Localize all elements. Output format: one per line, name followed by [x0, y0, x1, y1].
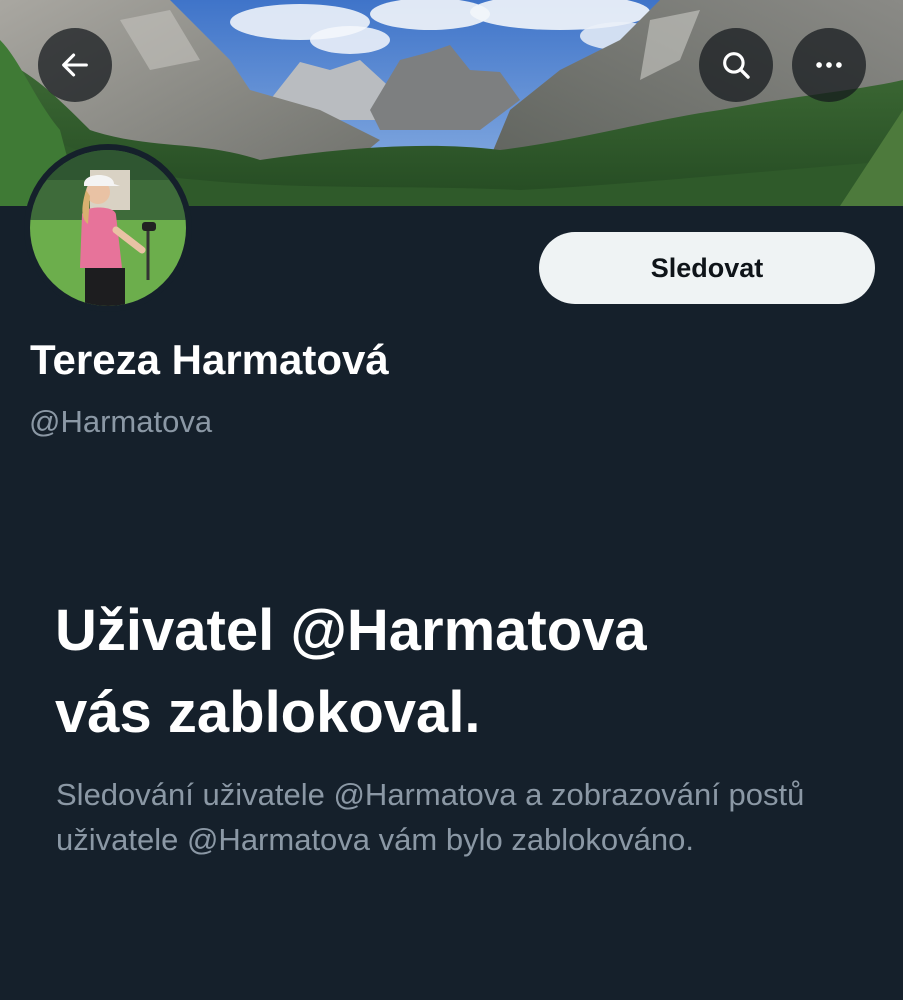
user-handle: @Harmatova	[29, 404, 213, 439]
blocked-title-line-1: Uživatel @Harmatova	[55, 598, 647, 663]
avatar-photo	[30, 150, 186, 306]
arrow-left-icon	[62, 53, 88, 77]
search-icon	[723, 52, 750, 79]
blocked-description: Sledování uživatele @Harmatova a zobrazo…	[56, 777, 805, 857]
blocked-title: Uživatel @Harmatova vás zablokoval.	[55, 590, 855, 754]
display-name: Tereza Harmatová	[30, 336, 389, 383]
more-options-button[interactable]	[792, 28, 866, 102]
follow-button[interactable]: Sledovat	[539, 232, 875, 304]
more-horizontal-icon	[816, 62, 842, 68]
blocked-title-line-2: vás zablokoval.	[55, 680, 481, 745]
back-button[interactable]	[38, 28, 112, 102]
profile-avatar[interactable]	[24, 144, 192, 312]
search-button[interactable]	[699, 28, 773, 102]
